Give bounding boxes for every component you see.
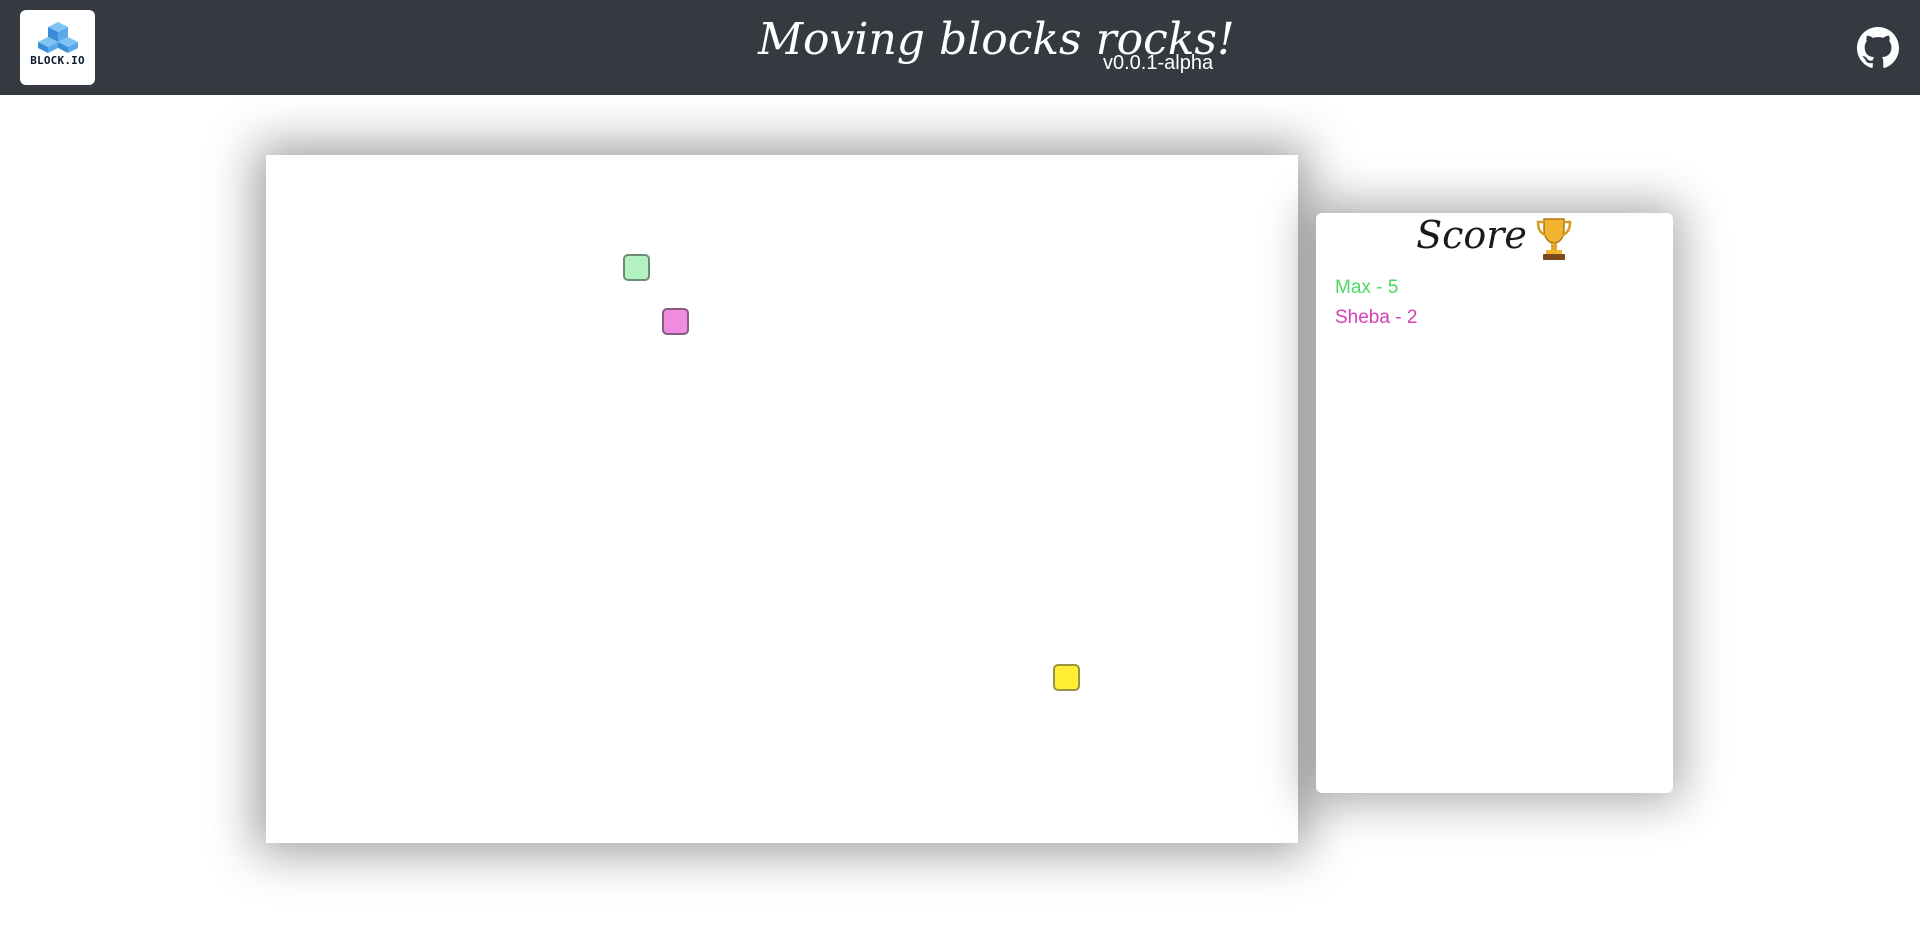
player-block-green [623,254,650,281]
score-list: Max - 5 Sheba - 2 [1335,273,1417,333]
logo-text: BLOCK.IO [30,54,85,67]
version-label: v0.0.1-alpha [1103,52,1214,74]
block-io-logo[interactable]: BLOCK.IO [20,10,95,85]
top-bar: BLOCK.IO Moving blocks rocks! v0.0.1-alp… [0,0,1920,95]
score-title-text: Score [1416,213,1527,257]
player-block-yellow [1053,664,1080,691]
github-icon[interactable] [1857,27,1899,69]
trophy-icon [1536,217,1572,260]
score-panel: Score Max - 5 Sheba - 2 [1316,213,1673,793]
cube-logo-icon [38,22,78,53]
score-entry: Sheba - 2 [1335,307,1418,328]
score-entry: Max - 5 [1335,277,1399,298]
player-block-pink [662,308,689,335]
score-title: Score [1316,213,1673,262]
game-board[interactable] [266,155,1298,843]
